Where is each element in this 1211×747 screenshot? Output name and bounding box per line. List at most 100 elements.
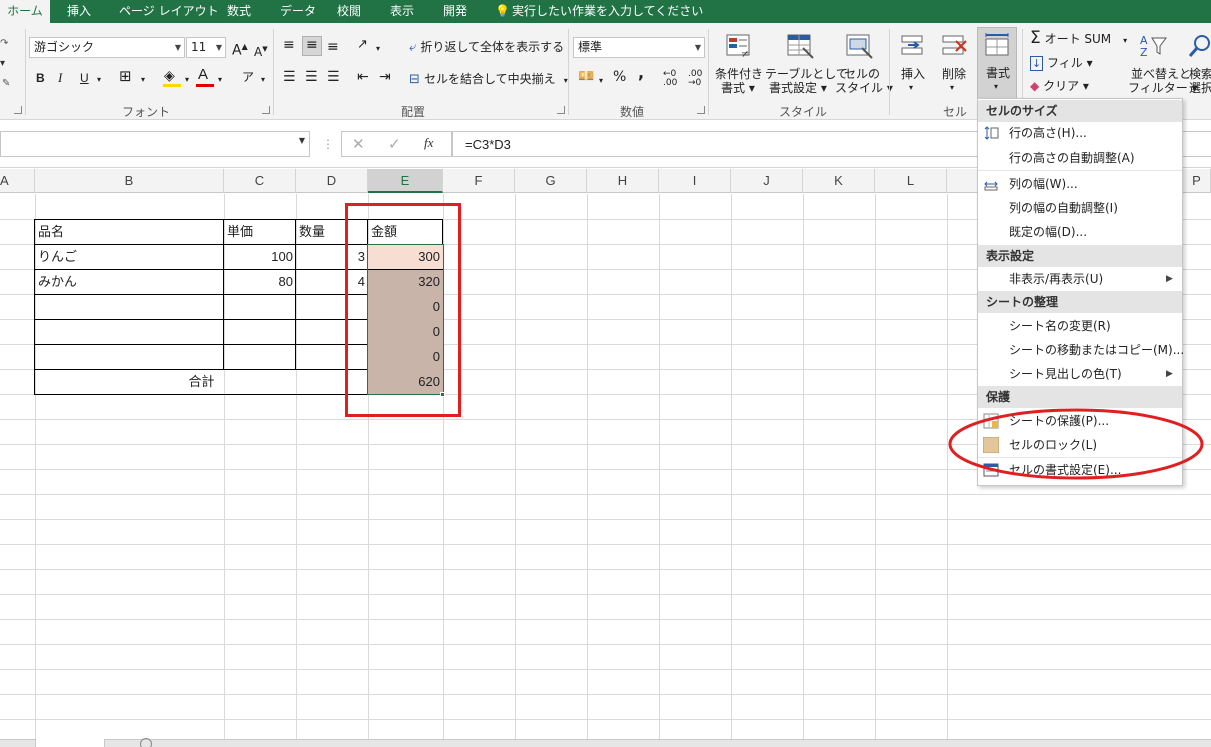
currency-icon[interactable]: 💴 — [578, 70, 594, 84]
clipboard-fragment[interactable]: ↷ — [0, 38, 8, 49]
row1-name[interactable]: りんご — [35, 245, 80, 270]
orientation-icon[interactable]: ↗ — [357, 38, 368, 52]
col-header-j[interactable]: J — [731, 169, 803, 193]
name-box[interactable]: ▼ — [0, 131, 310, 157]
formula-bar-grip-icon[interactable]: ⋮ — [322, 137, 334, 151]
fill-color-icon[interactable]: ◈ — [164, 69, 175, 83]
underline-button[interactable]: U — [80, 71, 89, 85]
fill-button[interactable]: ↓ フィル ▾ — [1030, 56, 1093, 71]
insert-function-button[interactable]: fx — [424, 135, 433, 151]
phonetic-dropdown-icon[interactable]: ▾ — [261, 73, 265, 87]
submenu-arrow-icon: ▶ — [1166, 274, 1173, 284]
col-header-a[interactable]: A — [0, 169, 35, 193]
font-name-select[interactable]: 游ゴシック ▼ — [29, 37, 185, 58]
tab-home[interactable]: ホーム — [0, 0, 50, 23]
sheet-tab-active[interactable] — [35, 739, 105, 747]
col-header-c[interactable]: C — [224, 169, 296, 193]
phonetic-icon[interactable]: ア — [242, 70, 254, 84]
increase-decimal-icon[interactable]: ←0.00 — [663, 70, 677, 88]
col-header-b[interactable]: B — [35, 169, 224, 193]
align-right-icon[interactable]: ☰ — [327, 70, 340, 84]
align-left-icon[interactable]: ☰ — [283, 70, 296, 84]
grow-font-icon[interactable]: A▲ — [232, 40, 248, 58]
increase-indent-icon[interactable]: ⇥ — [379, 70, 391, 84]
gridline — [803, 194, 804, 739]
tab-view[interactable]: 表示 — [390, 0, 414, 23]
menu-item-tab-color[interactable]: シート見出しの色(T) — [1009, 366, 1122, 382]
tab-data[interactable]: データ — [280, 0, 316, 23]
tab-page-layout[interactable]: ページ レイアウト — [119, 0, 219, 23]
col-header-h[interactable]: H — [587, 169, 659, 193]
italic-button[interactable]: I — [58, 71, 62, 85]
menu-item-column-autofit[interactable]: 列の幅の自動調整(I) — [1009, 200, 1118, 216]
format-as-table-button[interactable]: テーブルとして 書式設定 ▾ — [765, 29, 848, 99]
menu-item-rename-sheet[interactable]: シート名の変更(R) — [1009, 318, 1111, 334]
row2-price[interactable]: 80 — [224, 270, 296, 295]
number-format-select[interactable]: 標準 ▼ — [573, 37, 705, 58]
format-cells-button[interactable]: 書式 ▾ — [977, 27, 1017, 99]
font-color-dropdown-icon[interactable]: ▾ — [218, 73, 222, 87]
merge-center-button[interactable]: ⊟ セルを結合して中央揃え ▾ — [409, 72, 568, 88]
tab-insert[interactable]: 挿入 — [67, 0, 91, 23]
align-top-icon[interactable]: ≡ — [283, 38, 295, 52]
col-header-l[interactable]: L — [875, 169, 947, 193]
wrap-text-button[interactable]: ⤶ 折り返して全体を表示する — [409, 40, 564, 55]
clear-button[interactable]: ◆ クリア ▾ — [1030, 79, 1089, 93]
col-header-i[interactable]: I — [659, 169, 731, 193]
cell-styles-button[interactable]: セルの スタイル ▾ — [834, 29, 893, 99]
font-color-icon[interactable]: A — [198, 67, 208, 82]
find-select-button[interactable]: 検索 選択 — [1186, 29, 1211, 99]
menu-item-hide-unhide[interactable]: 非表示/再表示(U) — [1009, 271, 1103, 287]
comma-button[interactable]: , — [638, 65, 644, 81]
cancel-icon[interactable]: ✕ — [352, 135, 365, 153]
border-icon[interactable]: ⊞ — [119, 69, 132, 84]
menu-item-column-width[interactable]: 列の幅(W)... — [1009, 176, 1078, 192]
clipboard-dropdown[interactable]: ▾ — [0, 58, 5, 69]
menu-item-row-height[interactable]: 行の高さ(H)... — [1009, 125, 1087, 141]
tab-developer[interactable]: 開発 — [443, 0, 467, 23]
col-header-k[interactable]: K — [803, 169, 875, 193]
decrease-indent-icon[interactable]: ⇤ — [357, 70, 369, 84]
conditional-format-button[interactable]: ≠ 条件付き 書式 ▾ — [713, 29, 763, 99]
percent-button[interactable]: % — [613, 70, 626, 84]
row2-name[interactable]: みかん — [35, 270, 80, 295]
menu-item-default-width[interactable]: 既定の幅(D)... — [1009, 224, 1087, 240]
font-size-select[interactable]: 11 ▼ — [186, 37, 226, 58]
col-header-e[interactable]: E — [368, 169, 443, 193]
fill-dropdown-icon[interactable]: ▾ — [185, 73, 189, 87]
sort-filter-button[interactable]: AZ 並べ替えと フィルター ▾ — [1128, 29, 1198, 99]
currency-dropdown-icon[interactable]: ▾ — [599, 74, 603, 88]
col-header-f[interactable]: F — [443, 169, 515, 193]
col-header-d[interactable]: D — [296, 169, 368, 193]
format-painter-icon[interactable]: ✎ — [2, 78, 10, 89]
align-center-icon[interactable]: ☰ — [305, 70, 318, 84]
border-dropdown-icon[interactable]: ▾ — [141, 73, 145, 87]
row1-price[interactable]: 100 — [224, 245, 296, 270]
bold-button[interactable]: B — [36, 71, 45, 85]
enter-icon[interactable]: ✓ — [388, 135, 401, 153]
tab-review[interactable]: 校閲 — [337, 0, 361, 23]
gridline — [0, 719, 1211, 720]
tell-me-icon[interactable]: 💡 — [495, 0, 510, 23]
add-sheet-icon[interactable] — [140, 738, 152, 747]
clipboard-launcher-icon[interactable] — [14, 106, 22, 114]
col-header-g[interactable]: G — [515, 169, 587, 193]
menu-item-row-autofit[interactable]: 行の高さの自動調整(A) — [1009, 150, 1135, 166]
number-launcher-icon[interactable] — [697, 106, 705, 114]
col-header-p[interactable]: P — [1183, 169, 1211, 193]
tell-me-box[interactable]: 実行したい作業を入力してください — [512, 0, 703, 23]
shrink-font-icon[interactable]: A▼ — [254, 42, 268, 59]
tab-formulas[interactable]: 数式 — [227, 0, 251, 23]
alignment-launcher-icon[interactable] — [557, 106, 565, 114]
align-middle-button[interactable]: ≡ — [302, 36, 322, 56]
menu-item-move-copy[interactable]: シートの移動またはコピー(M)... — [1009, 342, 1184, 358]
decrease-decimal-icon[interactable]: .00 →0 — [688, 70, 702, 88]
orientation-dropdown-icon[interactable]: ▾ — [376, 42, 380, 56]
underline-dropdown-icon[interactable]: ▾ — [97, 73, 101, 87]
insert-cells-button[interactable]: 挿入 ▾ — [895, 29, 931, 99]
align-bottom-icon[interactable]: ≡ — [327, 40, 339, 54]
font-launcher-icon[interactable] — [262, 106, 270, 114]
header-price: 単価 — [227, 224, 254, 239]
autosum-button[interactable]: Σ オート SUM ▾ — [1030, 30, 1127, 48]
delete-cells-button[interactable]: 削除 ▾ — [936, 29, 972, 99]
